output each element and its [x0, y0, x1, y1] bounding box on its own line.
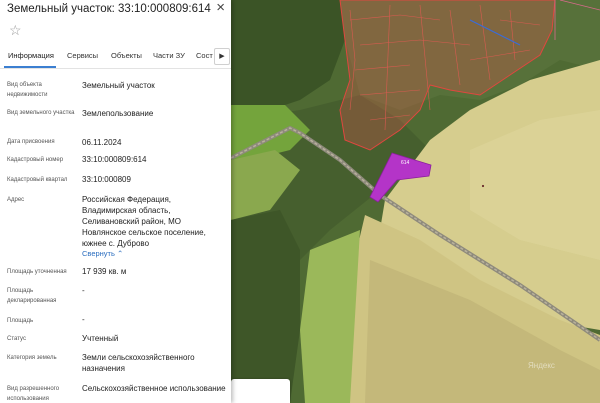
panel-title: Земельный участок: 33:10:000809:614 — [7, 3, 211, 15]
collapse-link[interactable]: Свернуть ⌃ — [82, 249, 123, 258]
field-value-status: Учтенный — [82, 334, 119, 343]
field-value-area-refined: 17 939 кв. м — [82, 267, 127, 276]
info-panel: Земельный участок: 33:10:000809:614 × ☆ … — [0, 0, 231, 403]
close-icon[interactable]: × — [216, 0, 225, 16]
tab-state[interactable]: Сост — [196, 51, 213, 60]
active-tab-indicator — [4, 66, 56, 68]
tab-services[interactable]: Сервисы — [67, 51, 98, 60]
tab-objects[interactable]: Объекты — [111, 51, 142, 60]
field-label-cadastral-number: Кадастровый номер — [7, 157, 64, 163]
field-value-parcel-kind: Землепользование — [82, 109, 154, 118]
field-label-cadastral-quarter: Кадастровый квартал — [7, 177, 68, 183]
map-zoom-control[interactable] — [231, 379, 290, 403]
field-value-permitted-use: Сельскохозяйственное использование — [82, 384, 226, 393]
field-label-land-category: Категория земель — [7, 355, 57, 361]
map-watermark: Яндекс — [528, 361, 555, 370]
field-label-status: Статус — [7, 336, 26, 342]
chevron-right-icon[interactable]: ▶ — [214, 48, 230, 65]
field-value-assign-date: 06.11.2024 — [82, 138, 122, 147]
tab-bar: Информация Сервисы Объекты Части ЗУ Сост… — [0, 44, 231, 69]
field-label-assign-date: Дата присвоения — [7, 139, 55, 145]
tab-land-parts[interactable]: Части ЗУ — [153, 51, 185, 60]
field-label-parcel-kind: Вид земельного участка — [7, 110, 75, 116]
field-value-object-type: Земельный участок — [82, 81, 155, 90]
field-value-land-category: Земли сельскохозяйственного назначения — [82, 353, 195, 373]
field-value-area-declared: - — [82, 286, 85, 295]
field-label-permitted-use: Вид разрешенного использования — [7, 386, 60, 402]
field-label-area-refined: Площадь уточненная — [7, 269, 67, 275]
tab-information[interactable]: Информация — [8, 51, 54, 60]
field-value-cadastral-number: 33:10:000809:614 — [82, 155, 147, 164]
field-value-area: - — [82, 315, 85, 324]
field-label-area: Площадь — [7, 318, 34, 324]
field-value-address: Российская Федерация, Владимирская облас… — [82, 195, 206, 248]
field-value-cadastral-quarter: 33:10:000809 — [82, 175, 131, 184]
field-label-object-type: Вид объекта недвижимости — [7, 82, 48, 98]
field-label-area-declared: Площадь декларированная — [7, 288, 57, 304]
chevron-up-icon: ⌃ — [117, 249, 124, 258]
collapse-link-label: Свернуть — [82, 249, 115, 258]
field-label-address: Адрес — [7, 197, 25, 203]
star-icon[interactable]: ☆ — [9, 22, 22, 38]
parcel-label: 614 — [401, 160, 410, 166]
